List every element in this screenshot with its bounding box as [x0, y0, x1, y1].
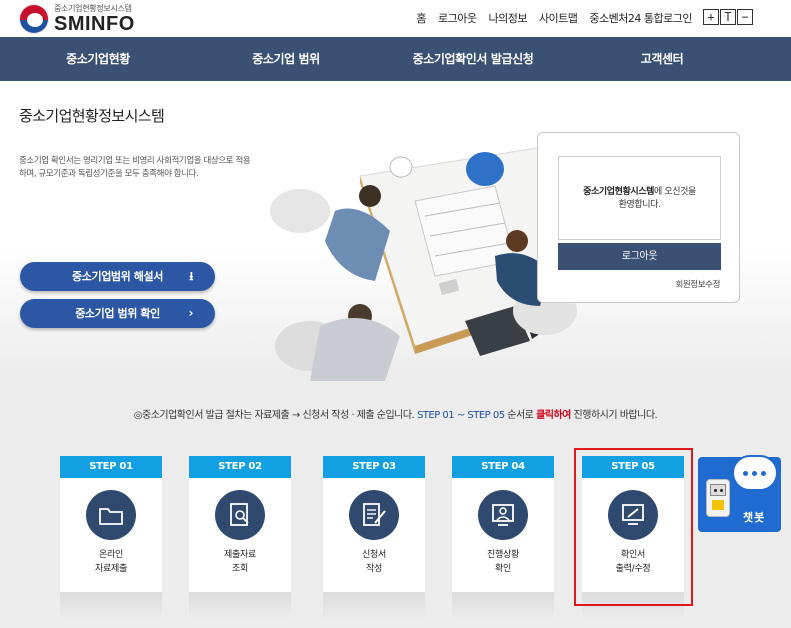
login-panel: 중소기업현황시스템에 오신것을 환영합니다. 로그아웃 회원정보수정: [537, 132, 740, 303]
step-title-2: 작성: [366, 564, 382, 574]
step-title-2: 자료제출: [95, 564, 127, 574]
site-logo[interactable]: 중소기업현황정보시스템 SMINFO: [19, 3, 135, 34]
step-card-submitted-data-inquiry[interactable]: STEP 02 제출자료조회: [189, 456, 291, 592]
utility-links: 홈 로그아웃 나의정보 사이트맵 중소벤처24 통합로그인: [416, 10, 692, 26]
document-edit-icon: [349, 490, 399, 540]
folder-icon: [86, 490, 136, 540]
chatbot-button[interactable]: 챗봇: [698, 455, 781, 532]
nav-customer-center[interactable]: 고객센터: [602, 37, 722, 81]
font-increase-button[interactable]: +: [703, 9, 719, 25]
step-label: STEP 01: [60, 456, 162, 478]
top-header: 중소기업현황정보시스템 SMINFO 홈 로그아웃 나의정보 사이트맵 중소벤처…: [0, 0, 791, 37]
link-integrated-login[interactable]: 중소벤처24 통합로그인: [589, 10, 692, 26]
step-card-application-write[interactable]: STEP 03 신청서작성: [323, 456, 425, 592]
chatbot-label: 챗봇: [743, 511, 766, 524]
welcome-text: 에 오신것을: [654, 187, 696, 197]
process-notice: ◎중소기업확인서 발급 절차는 자료제출 → 신청서 작성 · 제출 순입니다.…: [0, 406, 791, 421]
step-label: STEP 02: [189, 456, 291, 478]
notice-click: 클릭하여: [536, 410, 571, 421]
step-title: 신청서: [362, 550, 386, 560]
monitor-user-icon: [478, 490, 528, 540]
hero-description: 중소기업 확인서는 영리기업 또는 비영리 사회적기업을 대상으로 적용하며, …: [19, 156, 251, 179]
scope-guide-download-button[interactable]: 중소기업범위 해설서 ⭳: [20, 262, 215, 291]
step-title: 제출자료: [224, 550, 256, 560]
nav-certificate-apply[interactable]: 중소기업확인서 발급신청: [398, 37, 548, 81]
step-05-highlight-box: [574, 448, 693, 606]
member-edit-link[interactable]: 회원정보수정: [675, 278, 720, 290]
step-label: STEP 04: [452, 456, 554, 478]
step-label: STEP 03: [323, 456, 425, 478]
scope-check-label: 중소기업 범위 확인: [75, 307, 160, 320]
page: 중소기업현황정보시스템 SMINFO 홈 로그아웃 나의정보 사이트맵 중소벤처…: [0, 0, 791, 628]
taegeuk-emblem-icon: [19, 3, 49, 34]
welcome-message: 중소기업현황시스템에 오신것을 환영합니다.: [558, 156, 721, 240]
main-nav: 중소기업현황 중소기업 범위 중소기업확인서 발급신청 고객센터: [0, 37, 791, 81]
font-size-controls: + T −: [703, 9, 754, 25]
chevron-right-icon: ›: [188, 306, 193, 320]
step-card-online-submit[interactable]: STEP 01 온라인자료제출: [60, 456, 162, 592]
link-sitemap[interactable]: 사이트맵: [539, 10, 578, 26]
welcome-text-line2: 환영합니다.: [618, 200, 661, 210]
step-title: 온라인: [99, 550, 123, 560]
notice-text-mid: 순서로: [504, 410, 537, 421]
logo-title: SMINFO: [54, 13, 135, 35]
scope-guide-label: 중소기업범위 해설서: [72, 270, 163, 283]
notice-text-end: 진행하시기 바랍니다.: [570, 410, 658, 421]
scope-check-button[interactable]: 중소기업 범위 확인 ›: [20, 299, 215, 328]
speech-bubble-icon: [732, 455, 778, 491]
notice-steps: STEP 01 ~ STEP 05: [416, 410, 505, 421]
font-reset-button[interactable]: T: [720, 9, 736, 25]
link-logout[interactable]: 로그아웃: [438, 10, 477, 26]
nav-company-scope[interactable]: 중소기업 범위: [226, 37, 346, 81]
nav-company-status[interactable]: 중소기업현황: [38, 37, 158, 81]
step-title-2: 확인: [495, 564, 511, 574]
page-title: 중소기업현황정보시스템: [19, 107, 165, 125]
link-my-info[interactable]: 나의정보: [488, 10, 527, 26]
download-icon: ⭳: [189, 269, 193, 283]
step-card-progress-check[interactable]: STEP 04 진행상황확인: [452, 456, 554, 592]
document-search-icon: [215, 490, 265, 540]
font-decrease-button[interactable]: −: [737, 9, 753, 25]
link-home[interactable]: 홈: [416, 10, 426, 26]
step-title-2: 조회: [232, 564, 248, 574]
welcome-system-name: 중소기업현황시스템: [583, 187, 655, 197]
robot-icon: [706, 479, 730, 517]
step-title: 진행상황: [487, 550, 519, 560]
issuance-process-section: ◎중소기업확인서 발급 절차는 자료제출 → 신청서 작성 · 제출 순입니다.…: [0, 382, 791, 628]
hero-section: 중소기업현황정보시스템 중소기업 확인서는 영리기업 또는 비영리 사회적기업을…: [0, 81, 791, 382]
logout-button[interactable]: 로그아웃: [558, 243, 721, 270]
notice-text: ◎중소기업확인서 발급 절차는 자료제출 → 신청서 작성 · 제출 순입니다.: [133, 410, 417, 421]
